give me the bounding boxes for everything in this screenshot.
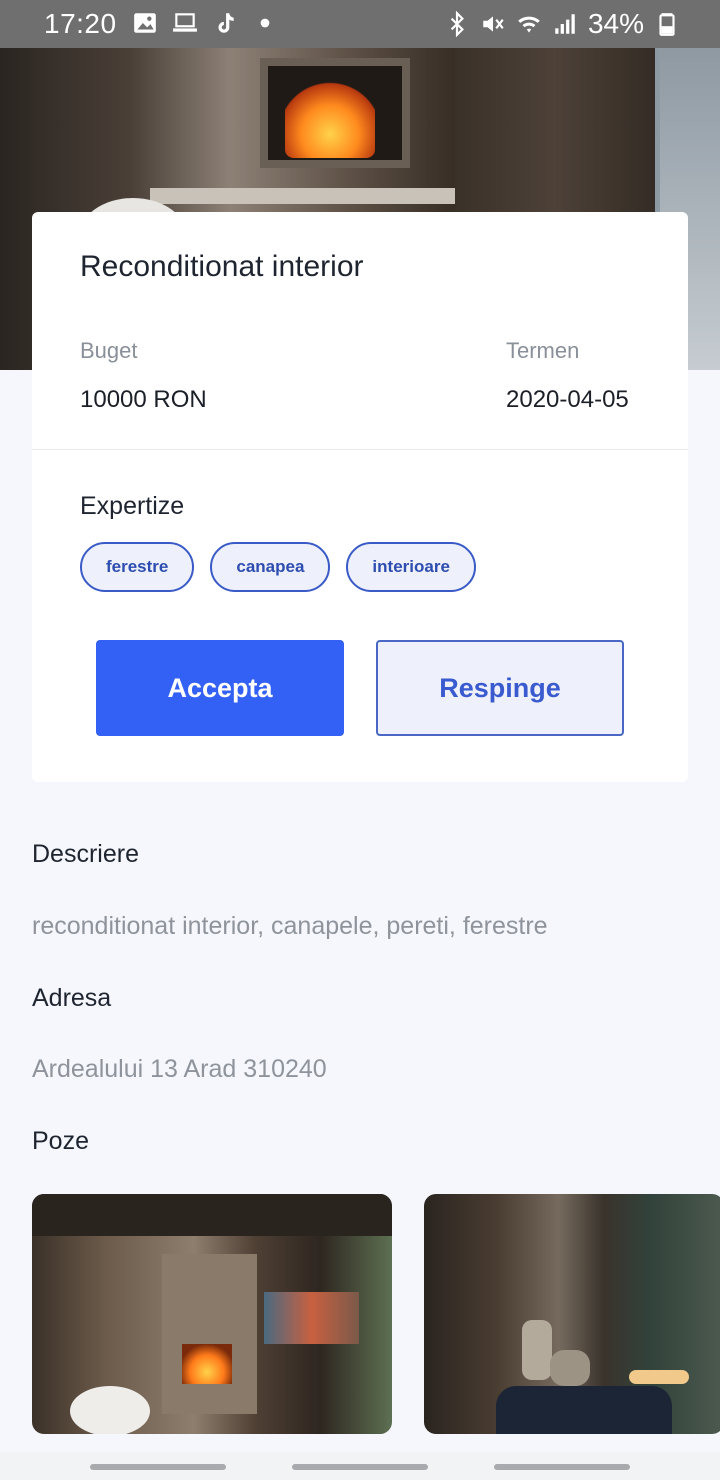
bluetooth-icon [450,11,464,37]
mute-icon [483,16,504,32]
expertise-tags: ferestre canapea interioare [80,542,476,592]
photo-lamp [629,1370,689,1384]
reject-button[interactable]: Respinge [376,640,624,736]
address-text: Ardealului 13 Arad 310240 [32,1055,327,1083]
photos-title: Poze [32,1127,89,1155]
photo-vase [522,1320,552,1380]
description-text: reconditionat interior, canapele, pereti… [32,912,548,940]
battery-icon [659,13,675,36]
status-bar: 17:20 34% [0,0,720,48]
wifi-icon [518,16,540,33]
photo-seat [70,1386,150,1434]
job-title: Reconditionat interior [80,250,364,283]
nav-home-button[interactable] [292,1464,428,1470]
photo-ceiling [32,1194,392,1236]
dot-icon [260,18,270,28]
image-icon [134,13,156,33]
tag-chip[interactable]: canapea [210,542,331,592]
system-nav-bar [0,1452,720,1480]
expertise-title: Expertize [80,492,185,520]
deadline-value: 2020-04-05 [506,386,629,413]
status-time: 17:20 [44,8,117,39]
notification-icons [132,10,278,36]
status-right: 34% [444,8,680,40]
hero-fire [285,78,375,158]
laptop-icon [173,13,197,32]
budget-label: Buget [80,338,138,363]
tiktok-icon [218,13,234,33]
signal-icon [555,14,575,34]
description-title: Descriere [32,840,139,868]
deadline-label: Termen [506,338,580,363]
tag-chip[interactable]: ferestre [80,542,195,592]
battery-percent: 34% [587,8,644,39]
photo-vase [550,1350,590,1386]
card-divider [32,449,688,450]
accept-button[interactable]: Accepta [96,640,344,736]
photo-fireplace [162,1254,257,1414]
job-card: Reconditionat interior Buget 10000 RON T… [32,212,688,782]
photo-tv [264,1292,359,1344]
photo-thumbnail[interactable] [32,1194,392,1434]
tag-chip[interactable]: interioare [346,542,476,592]
budget-value: 10000 RON [80,386,207,413]
photo-fire [182,1344,232,1384]
address-title: Adresa [32,984,112,1012]
hero-shelf [150,188,470,204]
nav-back-button[interactable] [494,1464,630,1470]
photo-thumbnail[interactable] [424,1194,720,1434]
photo-rug [496,1386,672,1434]
nav-recent-button[interactable] [90,1464,226,1470]
